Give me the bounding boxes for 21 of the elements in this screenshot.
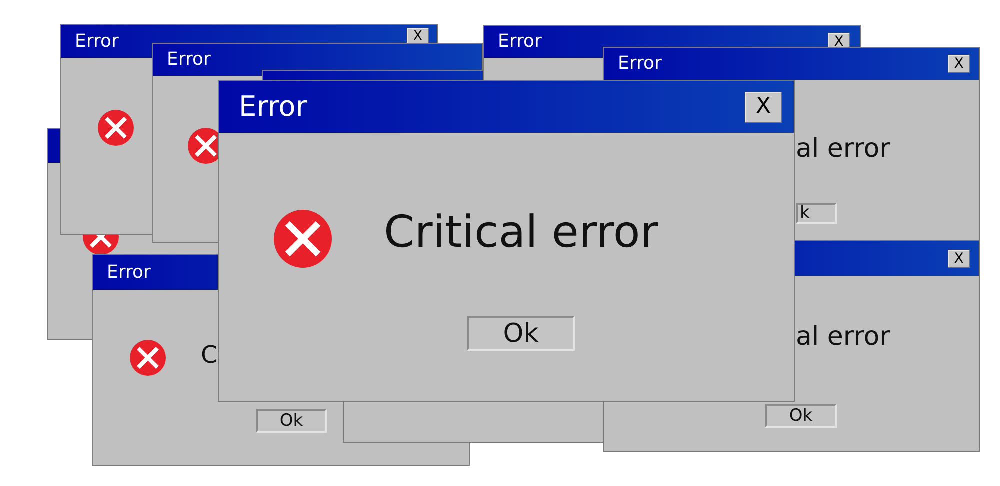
close-button[interactable]: X (407, 28, 429, 44)
error-icon (130, 340, 166, 376)
window-title: Error (618, 55, 662, 73)
error-message: al error (796, 324, 890, 350)
ok-button[interactable]: Ok (256, 409, 327, 433)
error-message: Critical error (384, 211, 658, 255)
window-title: Error (239, 93, 308, 121)
ok-button[interactable]: k (796, 203, 837, 224)
window-title: Error (107, 264, 151, 282)
error-message: C (201, 343, 218, 367)
window-title: Error (167, 51, 211, 69)
ok-button[interactable]: Ok (765, 404, 837, 428)
close-button[interactable]: X (948, 55, 970, 73)
ok-button[interactable]: Ok (467, 316, 575, 351)
window-title: Error (75, 32, 119, 50)
error-icon (274, 210, 332, 268)
close-button[interactable]: X (948, 250, 970, 268)
window-title: Error (498, 33, 542, 51)
close-button[interactable]: X (745, 92, 782, 122)
error-message: al error (796, 136, 890, 162)
error-icon (98, 110, 134, 146)
